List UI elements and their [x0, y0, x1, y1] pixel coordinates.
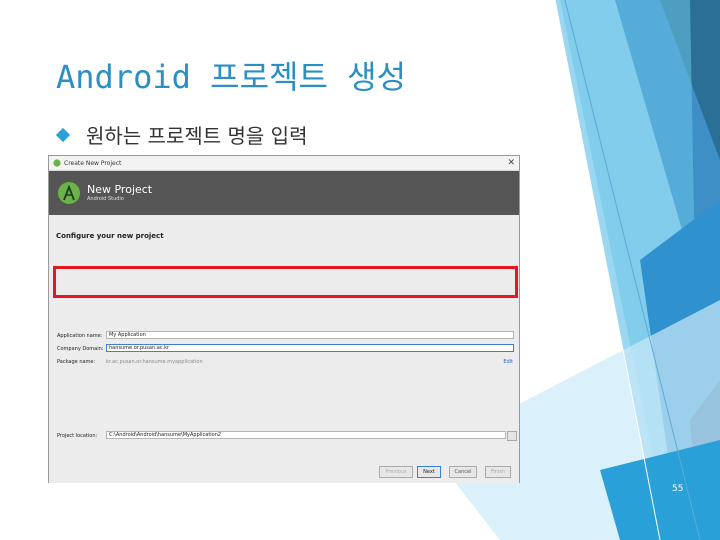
package-name-value: kr.ac.pusan.or.hansume.myapplication [106, 359, 203, 365]
window-title-bar: Create New Project ✕ [49, 156, 519, 171]
android-studio-icon [53, 159, 61, 167]
company-domain-input[interactable]: hansume.or.pusan.ac.kr [106, 344, 514, 352]
previous-button[interactable]: Previous [379, 466, 413, 478]
project-location-label: Project location: [57, 433, 98, 439]
diamond-bullet-icon [55, 127, 71, 142]
finish-button[interactable]: Finish [485, 466, 511, 478]
page-number: 55 [672, 484, 684, 494]
project-banner: New Project Android Studio [49, 171, 519, 215]
application-name-label: Application name: [57, 333, 103, 339]
dialog-content: Configure your new project Application n… [49, 215, 519, 483]
android-studio-logo-icon [58, 182, 80, 204]
project-location-input[interactable]: C:\Android\Android\hansume\MyApplication… [106, 431, 506, 439]
close-icon[interactable]: ✕ [507, 158, 515, 168]
window-title: Create New Project [64, 159, 122, 167]
package-edit-link[interactable]: Edit [503, 359, 513, 365]
banner-subtitle: Android Studio [87, 195, 124, 202]
section-title: Configure your new project [56, 232, 164, 240]
next-button[interactable]: Next [417, 466, 441, 478]
cancel-button[interactable]: Cancel [449, 466, 477, 478]
company-domain-label: Company Domain: [57, 346, 104, 352]
package-name-label: Package name: [57, 359, 96, 365]
slide-title: Android 프로젝트 생성 [56, 58, 407, 96]
bullet-item: 원하는 프로젝트 명을 입력 [55, 120, 308, 149]
bullet-text: 원하는 프로젝트 명을 입력 [86, 124, 308, 148]
input-highlight-box [53, 266, 518, 298]
banner-title: New Project [87, 182, 153, 196]
application-name-input[interactable]: My Application [106, 331, 514, 339]
create-project-dialog: Create New Project ✕ New Project Android… [48, 155, 520, 483]
browse-button[interactable] [507, 431, 517, 441]
